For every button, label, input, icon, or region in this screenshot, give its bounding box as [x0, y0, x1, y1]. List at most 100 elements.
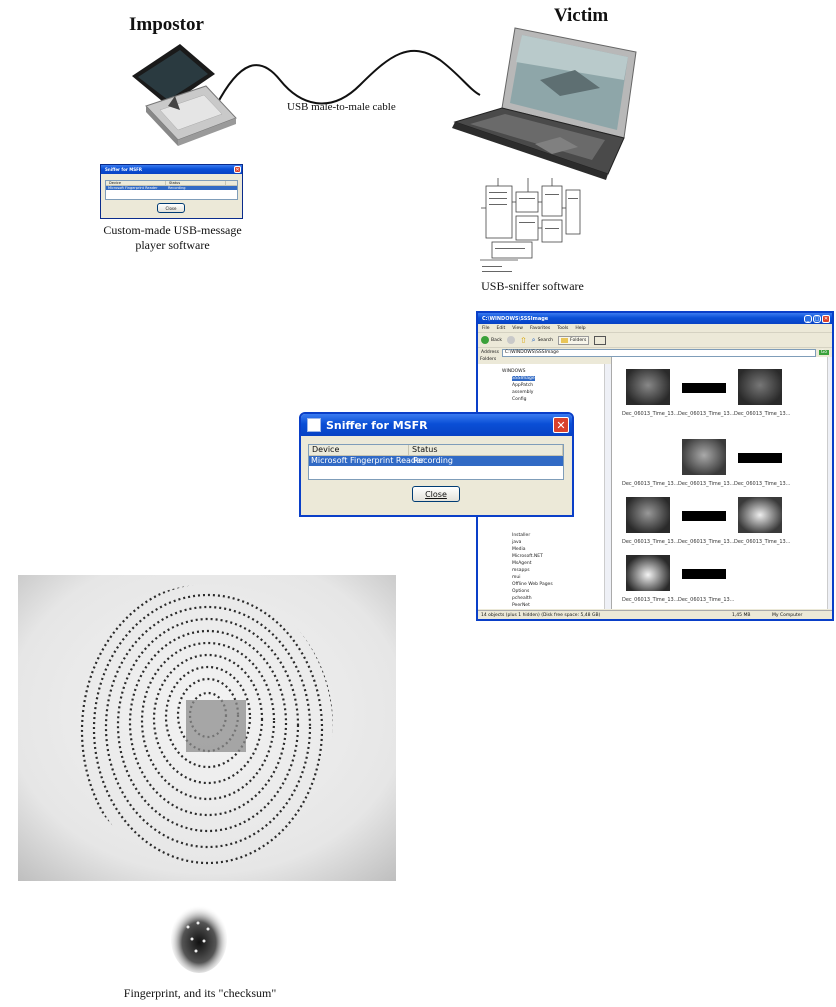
explorer-title: C:\WINDOWS\SSSImage [482, 315, 549, 322]
status-bar: 14 objects (plus 1 hidden) (Disk free sp… [478, 610, 832, 619]
player-caption-line1: Custom-made USB-message [103, 223, 242, 237]
usb-cable-diagram [132, 27, 637, 180]
back-arrow-icon [481, 336, 489, 344]
explorer-toolbar: Back ⇧ ⌕ Search Folders [478, 332, 832, 348]
explorer-maximize-button[interactable]: □ [813, 314, 821, 323]
forward-arrow-icon[interactable] [506, 336, 515, 344]
thumbnail-caption: Dec_06013_Time_13... [622, 411, 679, 417]
app-icon [307, 418, 321, 432]
explorer-minimize-button[interactable]: _ [804, 314, 812, 323]
tree-item[interactable]: Offline Web Pages [512, 582, 553, 587]
fingerprint-thumbnail[interactable] [738, 497, 782, 533]
thumbnail-caption: Dec_06013_Time_13... [622, 539, 679, 545]
thumbnail-caption: Dec_06013_Time_13... [734, 411, 791, 417]
small-col-status: Status [166, 181, 226, 185]
tree-item[interactable]: pchealth [512, 596, 532, 601]
fingerprint-caption: Fingerprint, and its "checksum" [123, 986, 277, 1000]
status-size: 1,45 MB [732, 612, 751, 618]
views-icon[interactable] [594, 335, 607, 345]
tree-item[interactable]: MsAgent [512, 561, 532, 566]
fingerprint-thumbnail[interactable] [682, 439, 726, 475]
usb-cable [215, 50, 481, 107]
status-location: My Computer [772, 612, 803, 618]
col-device: Device [309, 445, 409, 455]
tree-item[interactable]: Options [512, 589, 529, 594]
folders-pane-header: Folders [478, 357, 611, 364]
fingerprint-thumbnail[interactable] [738, 369, 782, 405]
fingerprint-thumbnail[interactable] [626, 555, 670, 591]
thumbnail-caption: Dec_06013_Time_13... [622, 481, 679, 487]
menu-favorites[interactable]: Favorites [530, 326, 550, 331]
file-view-scrollbar[interactable] [827, 357, 832, 609]
menu-tools[interactable]: Tools [557, 326, 568, 331]
thumbnail-caption: Dec_06013_Time_13... [734, 539, 791, 545]
small-sniffer-dialog: Sniffer for MSFR ✕ Device Status Microso… [100, 164, 243, 219]
small-device-row[interactable]: Microsoft Fingerprint Reader Recording [106, 186, 237, 190]
thumbnail-caption: Dec_06013_Time_13... [678, 539, 735, 545]
victim-laptop-image [452, 27, 637, 180]
device-status: Recording [413, 456, 454, 465]
explorer-close-icon[interactable]: ✕ [822, 314, 830, 323]
checksum-thumbnail[interactable] [682, 383, 726, 393]
thumbnail-caption: Dec_06013_Time_13... [678, 411, 735, 417]
search-button[interactable]: ⌕ Search [532, 336, 553, 345]
device-list[interactable]: Device Status Microsoft Fingerprint Read… [308, 444, 564, 480]
usb-sniffer-schematic-image [480, 178, 581, 272]
col-status: Status [409, 445, 563, 455]
device-row[interactable]: Microsoft Fingerprint Reader Recording [309, 456, 563, 466]
fingerprint-thumbnail[interactable] [626, 369, 670, 405]
address-label: Address [481, 350, 499, 355]
cable-label: USB male-to-male cable [287, 101, 396, 113]
small-device-list[interactable]: Device Status Microsoft Fingerprint Read… [105, 180, 238, 200]
explorer-menubar: File Edit View Favorites Tools Help [478, 324, 832, 332]
sniffer-caption: USB-sniffer software [481, 279, 584, 293]
tree-item[interactable]: msapps [512, 568, 530, 573]
fingerprint-image [18, 575, 396, 881]
search-icon: ⌕ [531, 335, 536, 344]
sniffer-dialog: Sniffer for MSFR ✕ Device Status Microso… [299, 412, 574, 517]
tree-item[interactable]: Microsoft.NET [512, 554, 543, 559]
tree-item[interactable]: assembly [512, 390, 533, 395]
tree-item[interactable]: PeerNet [512, 603, 530, 608]
fingerprint-thumbnail[interactable] [626, 497, 670, 533]
menu-file[interactable]: File [482, 326, 490, 331]
address-input[interactable]: C:\WINDOWS\SSSImage [501, 348, 816, 357]
sniffer-dialog-title: Sniffer for MSFR [326, 418, 428, 432]
up-folder-icon[interactable]: ⇧ [520, 336, 527, 345]
small-dialog-title: Sniffer for MSFR [105, 167, 142, 172]
thumbnail-caption: Dec_06013_Time_13... [678, 481, 735, 487]
player-caption: Custom-made USB-message player software [90, 223, 255, 253]
tree-item-selected[interactable]: SSSImage [512, 376, 535, 381]
tree-item[interactable]: mui [512, 575, 521, 580]
tree-item[interactable]: Media [512, 547, 526, 552]
checksum-image [171, 905, 227, 973]
tree-item[interactable]: WINDOWS [502, 369, 525, 374]
menu-edit[interactable]: Edit [497, 326, 506, 331]
folders-button[interactable]: Folders [558, 335, 590, 345]
checksum-region [186, 700, 246, 752]
tree-item[interactable]: Installer [512, 533, 530, 538]
menu-help[interactable]: Help [575, 326, 585, 331]
sniffer-close-icon[interactable]: ✕ [553, 417, 569, 433]
checksum-thumbnail[interactable] [682, 569, 726, 579]
status-objects: 14 objects (plus 1 hidden) (Disk free sp… [481, 612, 601, 618]
small-col-device: Device [106, 181, 166, 185]
checksum-thumbnail[interactable] [682, 511, 726, 521]
back-button[interactable]: Back [481, 336, 502, 344]
tree-item[interactable]: Config [512, 397, 526, 402]
folder-icon [561, 337, 569, 343]
impostor-laptop-image [132, 44, 237, 146]
address-bar: Address C:\WINDOWS\SSSImage Go [478, 348, 832, 357]
file-view: Dec_06013_Time_13... Dec_06013_Time_13..… [612, 357, 832, 609]
close-button[interactable]: Close [412, 486, 460, 502]
thumbnail-caption: Dec_06013_Time_13... [734, 481, 791, 487]
tree-item[interactable]: AppPatch [512, 383, 533, 388]
small-close-icon[interactable]: ✕ [234, 166, 241, 173]
menu-view[interactable]: View [512, 326, 523, 331]
tree-item[interactable]: java [512, 540, 521, 545]
checksum-thumbnail[interactable] [738, 453, 782, 463]
folders-scrollbar[interactable] [604, 364, 611, 609]
go-button[interactable]: Go [818, 350, 829, 355]
small-close-button[interactable]: Close [157, 203, 185, 213]
player-caption-line2: player software [135, 238, 210, 252]
